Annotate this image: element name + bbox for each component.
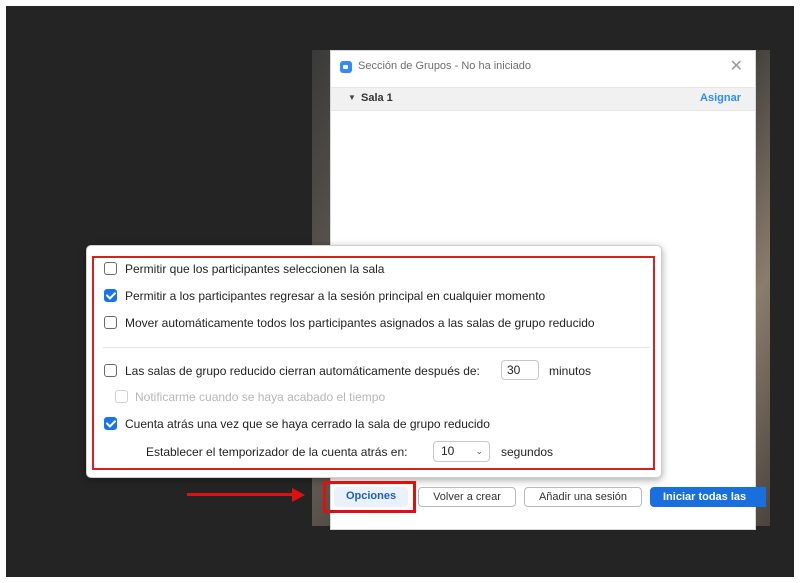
auto-move-label: Mover automáticamente todos los particip… [125, 316, 595, 330]
select-room-checkbox[interactable] [104, 262, 117, 275]
return-main-session-checkbox[interactable] [104, 289, 117, 302]
chevron-down-icon: ⌄ [475, 446, 483, 456]
window-title: Sección de Grupos - No ha iniciado [358, 60, 532, 72]
options-divider [103, 347, 650, 348]
red-arrow-head-icon [292, 488, 305, 502]
room-name: Sala 1 [361, 92, 393, 104]
auto-close-checkbox[interactable] [104, 364, 117, 377]
select-room-label: Permitir que los participantes seleccion… [125, 262, 385, 276]
notify-label: Notificarme cuando se haya acabado el ti… [135, 390, 386, 404]
options-button[interactable]: Opciones [334, 487, 408, 507]
red-arrow-line [187, 493, 295, 496]
add-session-button[interactable]: Añadir una sesión [524, 487, 642, 507]
auto-close-label: Las salas de grupo reducido cierran auto… [125, 364, 480, 378]
recreate-button[interactable]: Volver a crear [418, 487, 516, 507]
zoom-camera-icon [340, 61, 352, 73]
window-titlebar: Sección de Grupos - No ha iniciado ✕ [331, 51, 755, 83]
room-row[interactable]: ▼ Sala 1 Asignar [331, 87, 755, 111]
minutes-input[interactable]: 30 [501, 360, 539, 380]
notify-checkbox [115, 390, 128, 403]
seconds-value: 10 [441, 444, 455, 458]
countdown-label: Cuenta atrás una vez que se haya cerrado… [125, 417, 490, 431]
seconds-unit-label: segundos [501, 445, 554, 459]
start-all-button[interactable]: Iniciar todas las [650, 487, 766, 507]
screenshot: Sección de Grupos - No ha iniciado ✕ ▼ S… [0, 0, 800, 583]
assign-link[interactable]: Asignar [700, 92, 741, 104]
minutes-unit-label: minutos [549, 364, 592, 378]
timer-label: Establecer el temporizador de la cuenta … [146, 445, 408, 459]
countdown-checkbox[interactable] [104, 417, 117, 430]
auto-move-checkbox[interactable] [104, 316, 117, 329]
countdown-seconds-select[interactable]: 10 ⌄ [433, 441, 490, 462]
return-main-session-label: Permitir a los participantes regresar a … [125, 289, 546, 303]
close-icon[interactable]: ✕ [730, 56, 743, 76]
caret-down-icon[interactable]: ▼ [348, 93, 356, 102]
